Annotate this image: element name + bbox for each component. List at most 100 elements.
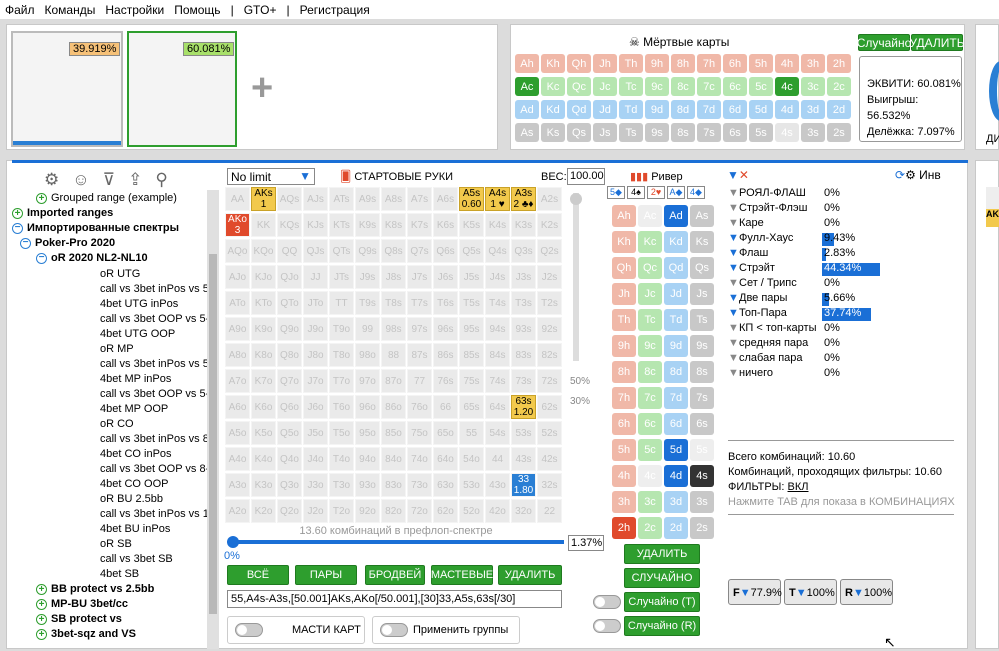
dead-card-Jc[interactable]: Jc [593, 77, 617, 96]
dead-card-Kd[interactable]: Kd [541, 100, 565, 119]
hand-cell-Q2o[interactable]: Q2o [277, 499, 302, 523]
hand-cell-T4o[interactable]: T4o [329, 447, 354, 471]
hand-cell-QJo[interactable]: QJo [277, 265, 302, 289]
hand-cell-KJo[interactable]: KJo [251, 265, 276, 289]
dead-card-Tc[interactable]: Tc [619, 77, 643, 96]
filter-icon[interactable]: ▼ [728, 217, 739, 229]
hand-cell-K9o[interactable]: K9o [251, 317, 276, 341]
river-card-Jc[interactable]: Jc [638, 283, 662, 305]
hand-cell-84s[interactable]: 84s [485, 343, 510, 367]
hand-cell-94o[interactable]: 94o [355, 447, 380, 471]
export-icon[interactable]: ⇪ [128, 170, 142, 189]
hand-cell-Q2s[interactable]: Q2s [537, 239, 562, 263]
dead-card-9d[interactable]: 9d [645, 100, 669, 119]
settings-icon[interactable]: ⚙ [905, 168, 919, 182]
stat-row[interactable]: ▼Стрэйт-Флэш [728, 202, 807, 216]
hand-cell-K7s[interactable]: K7s [407, 213, 432, 237]
hand-cell-J8s[interactable]: J8s [381, 265, 406, 289]
range-thumb-2[interactable]: 60.081% [127, 31, 237, 147]
hand-cell-K9s[interactable]: K9s [355, 213, 380, 237]
dead-card-Th[interactable]: Th [619, 54, 643, 73]
random-r-button[interactable]: Случайно (R) [624, 616, 700, 636]
slider-pct-input[interactable]: 1.37% [568, 535, 604, 551]
groups-toggle[interactable] [380, 623, 408, 637]
menu-item-1[interactable]: Команды [40, 3, 101, 17]
dead-card-7c[interactable]: 7c [697, 77, 721, 96]
hand-cell-K6s[interactable]: K6s [433, 213, 458, 237]
hand-cell-A2o[interactable]: A2o [225, 499, 250, 523]
river-card-6h[interactable]: 6h [612, 413, 636, 435]
stat-row[interactable]: ▼слабая пара [728, 352, 803, 366]
river-card-8c[interactable]: 8c [638, 361, 662, 383]
hand-cell-J9o[interactable]: J9o [303, 317, 328, 341]
filter-icon[interactable]: ▼ [728, 367, 739, 379]
hand-cell-T6o[interactable]: T6o [329, 395, 354, 419]
dead-card-6d[interactable]: 6d [723, 100, 747, 119]
hand-cell-54o[interactable]: 54o [459, 447, 484, 471]
hand-cell-K4o[interactable]: K4o [251, 447, 276, 471]
hand-cell-A7s[interactable]: A7s [407, 187, 432, 211]
limit-select[interactable]: No limit ▼ [227, 168, 315, 185]
weight-slider[interactable] [570, 193, 582, 361]
hand-cell-Q6s[interactable]: Q6s [433, 239, 458, 263]
tree-item[interactable]: call vs 3bet OOP vs 5- [100, 313, 209, 325]
tree-item[interactable]: BB protect vs 2.5bb [51, 583, 154, 595]
hand-cell-74s[interactable]: 74s [485, 369, 510, 393]
range-thumb-1[interactable]: 39.919% [11, 31, 123, 147]
hand-cell-55[interactable]: 55 [459, 421, 484, 445]
hand-cell-Q8o[interactable]: Q8o [277, 343, 302, 367]
hand-cell-A7o[interactable]: A7o [225, 369, 250, 393]
hand-cell-K2s[interactable]: K2s [537, 213, 562, 237]
expand-icon[interactable]: + [36, 614, 47, 625]
hand-cell-76o[interactable]: 76o [407, 395, 432, 419]
hand-cell-Q4s[interactable]: Q4s [485, 239, 510, 263]
dead-card-Qc[interactable]: Qc [567, 77, 591, 96]
tree-item[interactable]: 4bet CO inPos [100, 448, 172, 460]
filter-icon[interactable]: ▼ [728, 262, 739, 274]
hand-cell-T9s[interactable]: T9s [355, 291, 380, 315]
stat-row[interactable]: ▼КП < топ-карты [728, 322, 817, 336]
river-card-3s[interactable]: 3s [690, 491, 714, 513]
hand-cell-Q8s[interactable]: Q8s [381, 239, 406, 263]
tree-item[interactable]: SB protect vs [51, 613, 122, 625]
hand-cell-Q3o[interactable]: Q3o [277, 473, 302, 497]
hand-cell-97o[interactable]: 97o [355, 369, 380, 393]
hand-cell-94s[interactable]: 94s [485, 317, 510, 341]
river-card-8d[interactable]: 8d [664, 361, 688, 383]
tree-item[interactable]: call vs 3bet OOP vs 5-7 [100, 388, 215, 400]
hand-cell-A2s[interactable]: A2s [537, 187, 562, 211]
filter-button-F[interactable]: F▼77.9% [728, 579, 782, 605]
filter-icon[interactable]: ▼ [728, 292, 739, 304]
hand-cell-52s[interactable]: 52s [537, 421, 562, 445]
filter-icon[interactable]: ▼ [728, 337, 739, 349]
hand-cell-J5s[interactable]: J5s [459, 265, 484, 289]
river-card-9c[interactable]: 9c [638, 335, 662, 357]
hand-cell-96o[interactable]: 96o [355, 395, 380, 419]
hand-cell-J5o[interactable]: J5o [303, 421, 328, 445]
river-delete-button[interactable]: УДАЛИТЬ [624, 544, 700, 564]
hand-cell-T8s[interactable]: T8s [381, 291, 406, 315]
menu-item-5[interactable]: GTO+ [239, 3, 282, 17]
river-card-7d[interactable]: 7d [664, 387, 688, 409]
hand-cell-A6o[interactable]: A6o [225, 395, 250, 419]
dead-card-7d[interactable]: 7d [697, 100, 721, 119]
hand-cell-74o[interactable]: 74o [407, 447, 432, 471]
dead-card-9c[interactable]: 9c [645, 77, 669, 96]
hand-cell-J7o[interactable]: J7o [303, 369, 328, 393]
dead-card-8d[interactable]: 8d [671, 100, 695, 119]
expand-icon[interactable]: + [36, 584, 47, 595]
tree-item[interactable]: 4bet UTG OOP [100, 328, 175, 340]
river-card-5s[interactable]: 5s [690, 439, 714, 461]
hand-cell-T2o[interactable]: T2o [329, 499, 354, 523]
river-card-6d[interactable]: 6d [664, 413, 688, 435]
river-card-Ks[interactable]: Ks [690, 231, 714, 253]
tree-item[interactable]: oR CO [100, 418, 134, 430]
river-card-6s[interactable]: 6s [690, 413, 714, 435]
collapse-icon[interactable]: − [12, 223, 23, 234]
dead-card-Ac[interactable]: Ac [515, 77, 539, 96]
river-card-As[interactable]: As [690, 205, 714, 227]
hand-cell-A3o[interactable]: A3o [225, 473, 250, 497]
hand-cell-43s[interactable]: 43s [511, 447, 536, 471]
hand-cell-Q7o[interactable]: Q7o [277, 369, 302, 393]
dead-card-4d[interactable]: 4d [775, 100, 799, 119]
